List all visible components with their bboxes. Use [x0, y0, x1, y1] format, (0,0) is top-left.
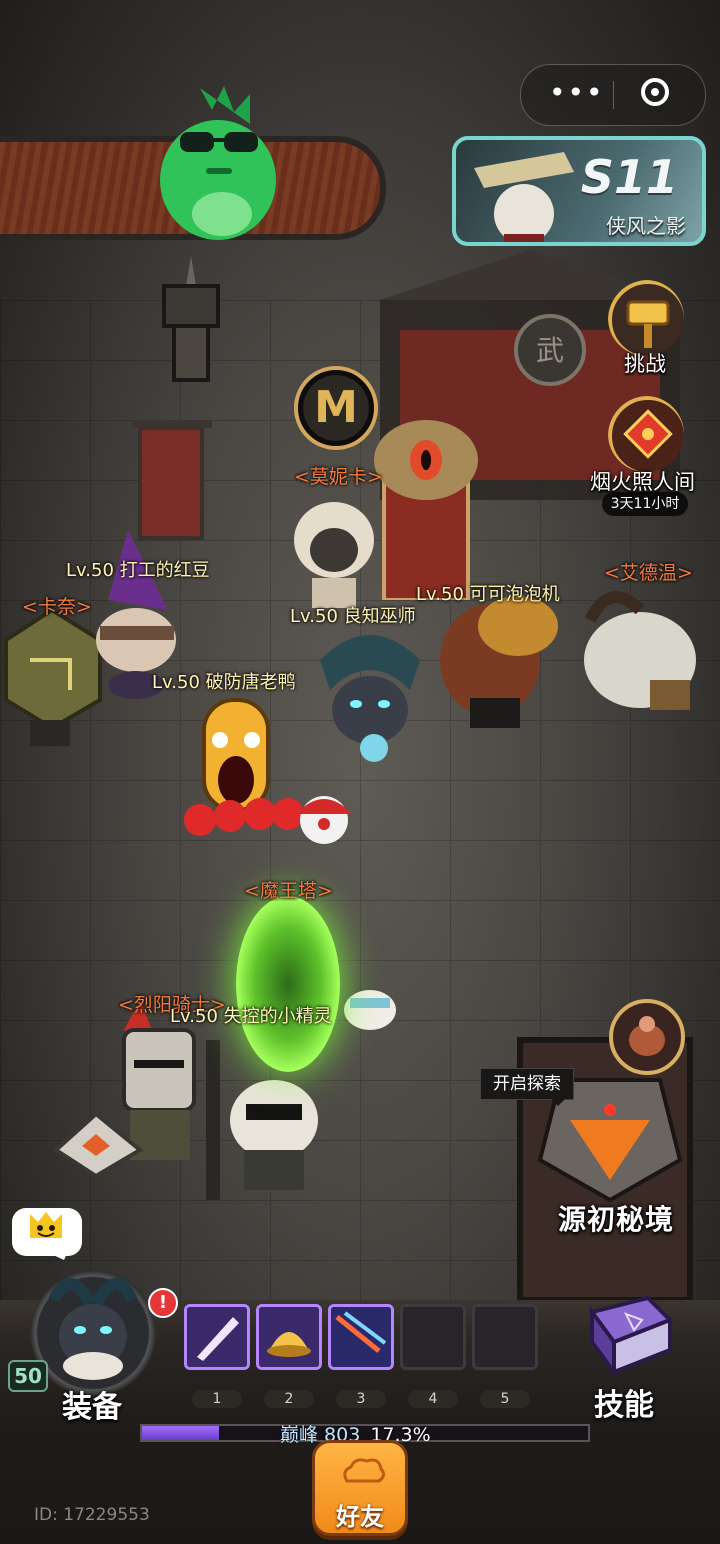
npc-adwin-goat — [584, 591, 696, 710]
skill-slot-3[interactable] — [328, 1304, 394, 1370]
more-dots-icon[interactable]: ••• — [549, 79, 605, 107]
skill-slot-1[interactable] — [184, 1304, 250, 1370]
npc-label-demon-tower[interactable]: <魔王塔> — [244, 876, 333, 903]
flying-helper — [344, 990, 396, 1030]
skill-slot-2[interactable] — [256, 1304, 322, 1370]
player-avatar-duck — [184, 698, 304, 836]
slot-number: 4 — [408, 1390, 458, 1408]
season-title: S11 — [580, 150, 678, 204]
crystal-shard — [52, 1111, 144, 1179]
cloud-icon — [343, 1458, 386, 1483]
clown-pet — [296, 796, 352, 844]
light-beam-skill-icon — [187, 1307, 247, 1367]
rank-progress-fill — [142, 1426, 220, 1440]
monica-shop-icon[interactable]: M — [294, 366, 378, 450]
slot-number: 3 — [336, 1390, 386, 1408]
slot-number: 2 — [264, 1390, 314, 1408]
equipment-button[interactable] — [30, 1270, 156, 1396]
season-subtitle: 侠风之影 — [606, 214, 686, 238]
player-label[interactable]: Lv.50 失控的小精灵 — [170, 1002, 332, 1028]
player-avatar-bubble — [440, 596, 558, 728]
player-label[interactable]: Lv.50 破防唐老鸭 — [152, 668, 296, 694]
friends-label: 好友 — [336, 1503, 384, 1531]
hero-portrait — [48, 1278, 138, 1380]
demon-tower-portal[interactable] — [236, 896, 340, 1072]
friends-button[interactable]: 好友 — [312, 1440, 408, 1536]
fireworks-timer: 3天11小时 — [602, 492, 688, 516]
player-level-badge: 50 — [8, 1360, 48, 1392]
target-icon[interactable] — [641, 78, 669, 106]
equip-label[interactable]: 装备 — [62, 1382, 122, 1426]
chat-smiley-icon[interactable] — [24, 1208, 68, 1248]
slot-number: 5 — [480, 1390, 530, 1408]
mini-program-capsule: ••• — [520, 64, 706, 126]
player-label[interactable]: Lv.50 良知巫师 — [290, 602, 416, 628]
player-label[interactable]: Lv.50 打工的红豆 — [66, 556, 210, 582]
season-card[interactable]: S11 侠风之影 — [452, 136, 706, 246]
golden-dome-skill-icon — [259, 1307, 319, 1367]
origin-realm-label[interactable]: 源初秘境 — [558, 1198, 674, 1238]
skill-book-icon[interactable] — [578, 1292, 678, 1378]
challenge-label[interactable]: 挑战 — [624, 348, 666, 378]
npc-label-kana[interactable]: <卡奈> — [22, 592, 92, 619]
capsule-divider — [613, 81, 614, 109]
slot-number: 1 — [192, 1390, 242, 1408]
challenge-hammer-icon[interactable] — [608, 280, 684, 356]
skill-slot-5[interactable] — [472, 1304, 538, 1370]
explore-tooltip: 开启探索 — [480, 1068, 574, 1106]
origin-realm-icon[interactable] — [606, 996, 688, 1078]
npc-monica — [294, 502, 374, 608]
lantern-post — [162, 256, 220, 382]
player-label[interactable]: Lv.50 可可泡泡机 — [416, 580, 560, 606]
player-avatar-wizard — [320, 635, 420, 762]
skill-slots — [176, 1304, 556, 1378]
meteor-skill-icon — [331, 1307, 391, 1367]
player-id: ID: 17229553 — [34, 1505, 150, 1525]
mascot-dino — [160, 86, 276, 240]
skill-label[interactable]: 技能 — [594, 1380, 654, 1424]
npc-label-adwin[interactable]: <艾德温> — [604, 558, 693, 585]
svg-text:武: 武 — [536, 334, 564, 367]
skill-slot-4[interactable] — [400, 1304, 466, 1370]
season-hero-art — [474, 152, 574, 242]
alert-badge: ! — [148, 1288, 178, 1318]
npc-label-monica[interactable]: <莫妮卡> — [294, 462, 383, 489]
fireworks-knot-icon[interactable] — [608, 396, 684, 472]
